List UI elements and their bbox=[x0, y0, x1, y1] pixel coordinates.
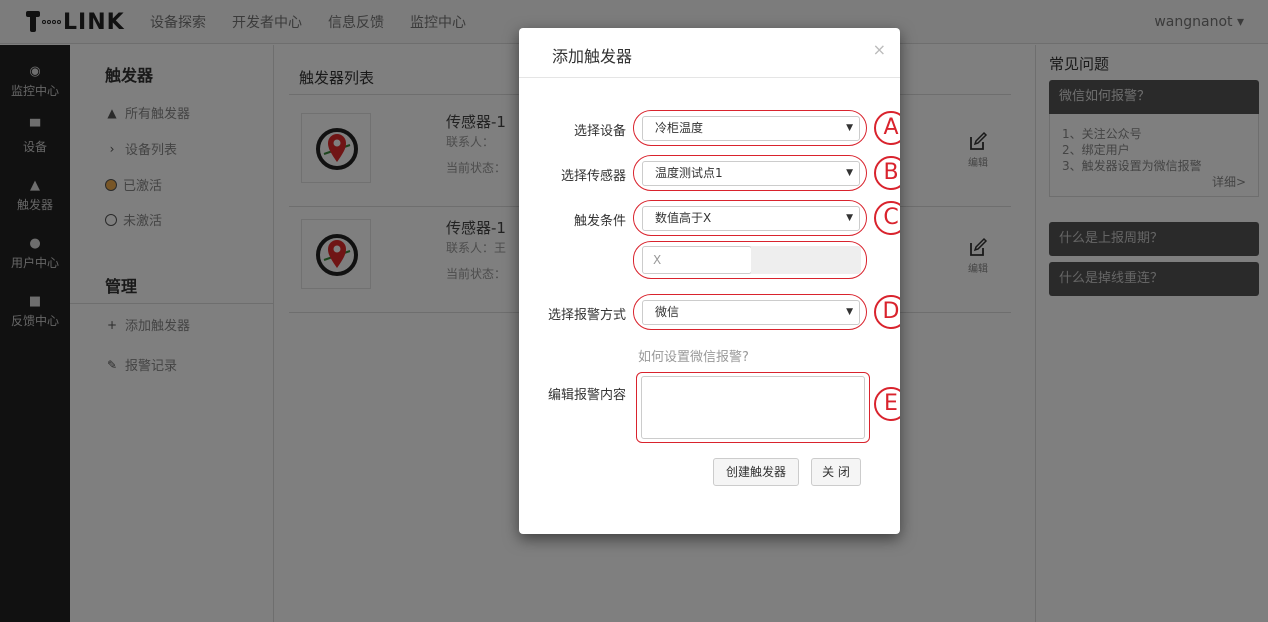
close-button[interactable]: 关 闭 bbox=[811, 458, 861, 486]
highlight-ring: X bbox=[633, 241, 867, 279]
caret-down-icon: ▼ bbox=[846, 168, 853, 178]
callout-marker: A bbox=[874, 111, 900, 145]
highlight-ring: 温度测试点1 ▼ bbox=[633, 155, 867, 191]
alarm-content-textarea[interactable] bbox=[641, 376, 865, 439]
add-trigger-dialog: 添加触发器 × 选择设备 冷柜温度 ▼ A 选择传感器 温度测试点1 ▼ B 触… bbox=[519, 28, 900, 534]
alarm-label: 选择报警方式 bbox=[547, 308, 626, 323]
select-value: 数值高于X bbox=[655, 211, 712, 225]
callout-marker: C bbox=[874, 201, 900, 235]
condition-label: 触发条件 bbox=[573, 214, 626, 229]
highlight-ring: 冷柜温度 ▼ bbox=[633, 110, 867, 146]
threshold-input[interactable]: X bbox=[642, 246, 752, 274]
highlight-ring bbox=[636, 372, 870, 443]
device-select[interactable]: 冷柜温度 ▼ bbox=[642, 116, 860, 141]
dialog-title: 添加触发器 bbox=[552, 47, 633, 66]
sensor-label: 选择传感器 bbox=[560, 169, 626, 184]
create-trigger-button[interactable]: 创建触发器 bbox=[713, 458, 799, 486]
content-label: 编辑报警内容 bbox=[547, 388, 626, 403]
dialog-header: 添加触发器 × bbox=[519, 28, 900, 78]
callout-marker: E bbox=[874, 387, 900, 421]
alarm-method-select[interactable]: 微信 ▼ bbox=[642, 300, 860, 325]
callout-marker: D bbox=[874, 295, 900, 329]
wechat-help-link[interactable]: 如何设置微信报警? bbox=[638, 346, 749, 365]
device-label: 选择设备 bbox=[573, 124, 626, 139]
close-icon[interactable]: × bbox=[873, 40, 886, 59]
select-value: 冷柜温度 bbox=[655, 121, 704, 135]
select-value: 温度测试点1 bbox=[655, 166, 723, 180]
caret-down-icon: ▼ bbox=[846, 213, 853, 223]
highlight-ring: 数值高于X ▼ bbox=[633, 200, 867, 236]
highlight-ring: 微信 ▼ bbox=[633, 294, 867, 330]
select-value: 微信 bbox=[655, 305, 680, 319]
caret-down-icon: ▼ bbox=[846, 307, 853, 317]
threshold-addon bbox=[751, 246, 861, 274]
caret-down-icon: ▼ bbox=[846, 123, 853, 133]
callout-marker: B bbox=[874, 156, 900, 190]
sensor-select[interactable]: 温度测试点1 ▼ bbox=[642, 161, 860, 186]
condition-select[interactable]: 数值高于X ▼ bbox=[642, 206, 860, 231]
